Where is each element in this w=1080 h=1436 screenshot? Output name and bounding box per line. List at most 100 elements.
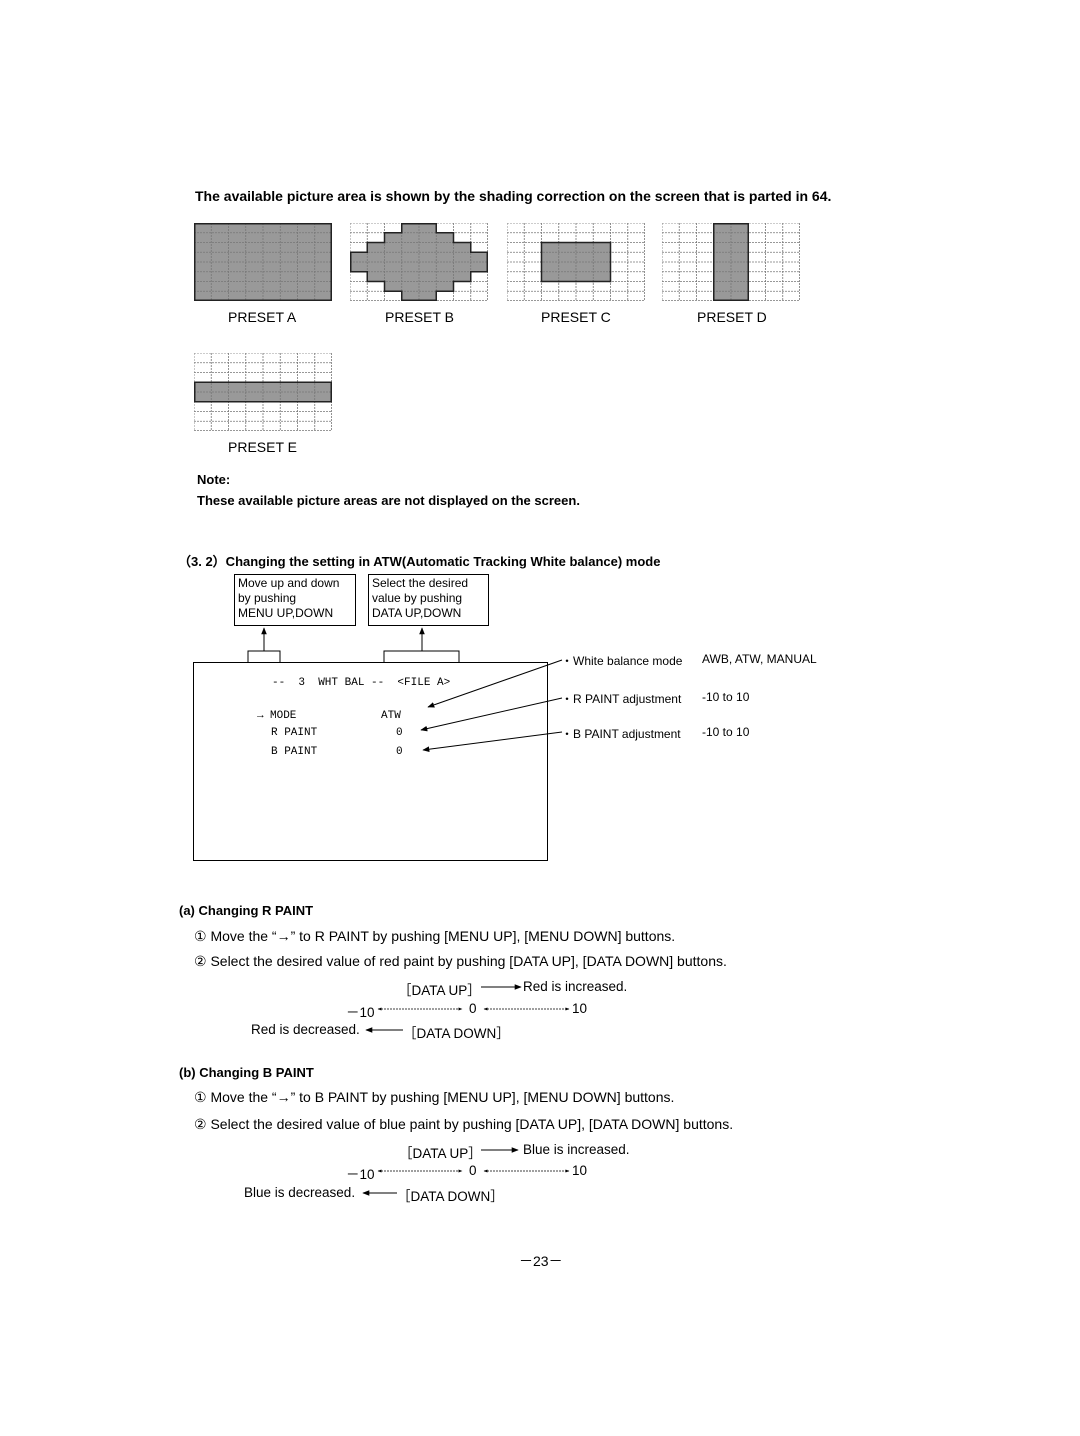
shaded-cell (280, 232, 298, 243)
shaded-cell (731, 242, 749, 253)
shaded-cell (541, 242, 560, 253)
shaded-cell (280, 382, 298, 393)
shaded-cell (245, 271, 264, 282)
shaded-cell (576, 242, 594, 253)
sub-a-max: 10 (572, 1001, 588, 1016)
osd-r-paint-value: 0 (396, 727, 403, 739)
shaded-cell (593, 271, 611, 282)
shaded-cell (280, 271, 298, 282)
preset-grid-svg (662, 223, 800, 301)
shaded-cell (297, 382, 316, 393)
shaded-cell (280, 392, 298, 403)
callout-menu-line: by pushing (238, 591, 297, 605)
page-number: －23－ (519, 1253, 563, 1269)
shaded-cell (228, 262, 247, 273)
shaded-cell (297, 232, 316, 243)
shaded-cell (263, 382, 281, 393)
preset-e-label: PRESET E (228, 439, 297, 455)
shaded-cell (245, 262, 264, 273)
legend-bullet: ・ (561, 654, 574, 668)
shaded-cell (541, 252, 560, 263)
shaded-cell (263, 232, 281, 243)
legend-r-paint: ・R PAINT adjustment (561, 690, 681, 707)
shaded-cell (245, 281, 264, 292)
preset-b-grid (350, 223, 488, 301)
preset-d-label: PRESET D (697, 309, 767, 325)
shaded-cell (401, 242, 420, 253)
callout-data-up-down: Select the desired value by pushing DATA… (368, 574, 489, 626)
legend-r-paint-range: -10 to 10 (702, 690, 750, 704)
shaded-cell (297, 271, 316, 282)
shaded-cell (419, 262, 437, 273)
shaded-cell (211, 252, 229, 263)
shaded-cell (314, 382, 332, 393)
shaded-cell (314, 271, 332, 282)
shaded-cell (314, 242, 332, 253)
shaded-cell (228, 271, 247, 282)
shaded-cell (384, 252, 403, 263)
sub-a-title: (a) Changing R PAINT (179, 903, 314, 918)
shaded-cell (194, 223, 212, 234)
shaded-cell (436, 232, 454, 243)
osd-cursor-arrow: → (257, 710, 264, 722)
shaded-cell (401, 271, 420, 282)
shaded-cell (384, 242, 403, 253)
shaded-cell (263, 223, 281, 234)
legend-b-paint: ・B PAINT adjustment (561, 725, 681, 742)
shaded-cell (228, 382, 247, 393)
shaded-cell (211, 223, 229, 234)
shaded-cell (280, 252, 298, 263)
shaded-cell (314, 252, 332, 263)
shaded-cell (367, 242, 385, 253)
shaded-cell (211, 232, 229, 243)
preset-grid-svg (350, 223, 488, 301)
shaded-cell (731, 271, 749, 282)
sub-b-step2: ② Select the desired value of blue paint… (194, 1116, 734, 1132)
preset-a-grid (194, 223, 332, 301)
menu-bracket (247, 627, 281, 662)
shaded-cell (314, 392, 332, 403)
shaded-cell (541, 262, 560, 273)
shaded-cell (297, 392, 316, 403)
shaded-cell (453, 242, 472, 253)
shaded-cell (194, 382, 212, 393)
shaded-cell (731, 232, 749, 243)
shaded-cell (211, 281, 229, 292)
shaded-cell (713, 223, 732, 234)
sub-b-min: －10 (346, 1167, 375, 1182)
legend-item-label: R PAINT adjustment (573, 692, 682, 706)
preset-d-grid (662, 223, 800, 301)
preset-b-label: PRESET B (385, 309, 454, 325)
preset-e-grid (194, 353, 332, 431)
shaded-cell (245, 382, 264, 393)
shaded-cell (419, 232, 437, 243)
preset-grid-svg (194, 223, 332, 301)
legend-item-label: B PAINT adjustment (573, 727, 681, 741)
shaded-cell (350, 252, 368, 263)
shaded-cell (576, 271, 594, 282)
shaded-cell (263, 252, 281, 263)
shaded-cell (541, 271, 560, 282)
shaded-cell (297, 252, 316, 263)
shaded-cell (401, 281, 420, 292)
callout-data-line: Select the desired (372, 576, 469, 590)
shaded-cell (713, 271, 732, 282)
shaded-cell (558, 262, 577, 273)
shaded-cell (297, 223, 316, 234)
sub-b-data-down: ［DATA DOWN］ (397, 1189, 504, 1204)
shaded-cell (436, 271, 454, 282)
callout-data-line: value by pushing (372, 591, 463, 605)
shaded-cell (367, 262, 385, 273)
shaded-cell (367, 252, 385, 263)
osd-screen (193, 662, 548, 861)
shaded-cell (436, 242, 454, 253)
shaded-cell (280, 223, 298, 234)
shaded-cell (470, 262, 488, 273)
shaded-cell (713, 242, 732, 253)
shaded-cell (245, 232, 264, 243)
shaded-cell (593, 252, 611, 263)
shaded-cell (401, 232, 420, 243)
shaded-cell (558, 271, 577, 282)
sub-a-data-down: ［DATA DOWN］ (403, 1026, 510, 1041)
shaded-cell (211, 392, 229, 403)
